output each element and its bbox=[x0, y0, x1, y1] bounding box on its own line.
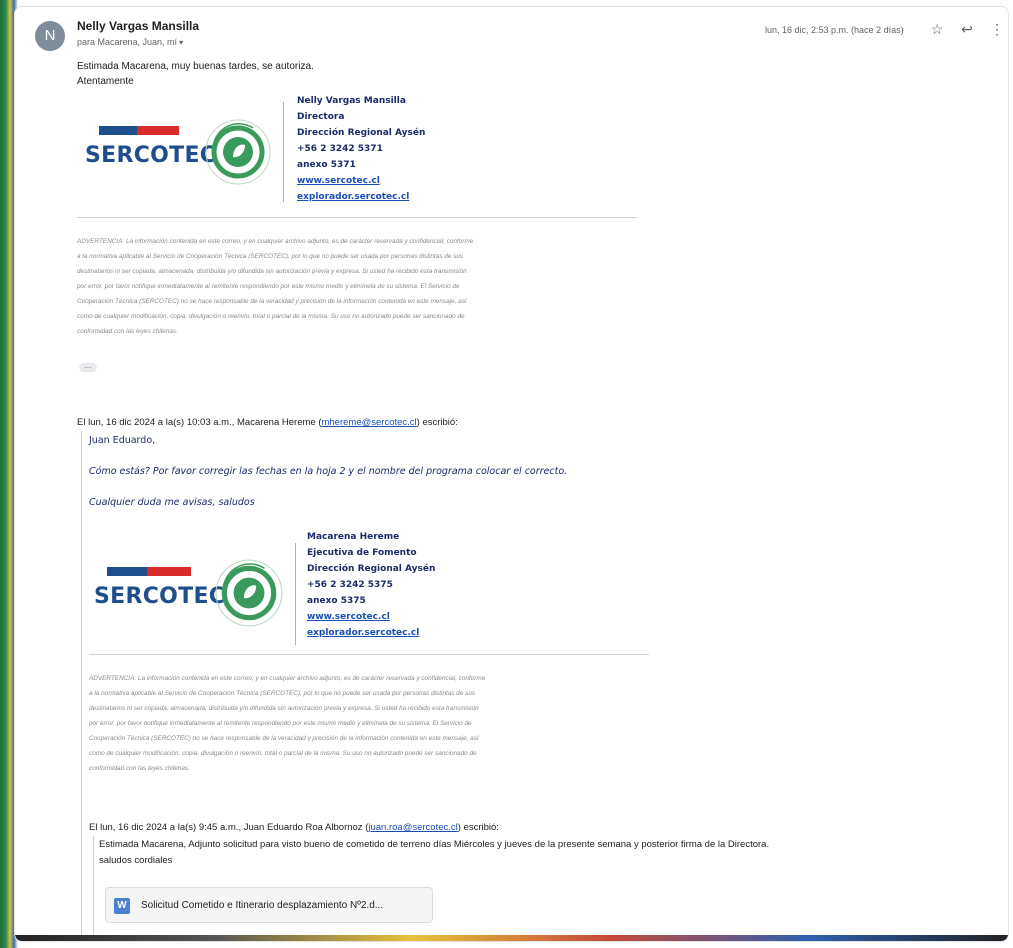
signature-phone: +56 2 3242 5371 bbox=[297, 144, 383, 154]
quote-bar-2 bbox=[93, 836, 94, 941]
sercotec-logo-text: SERCOTEC bbox=[94, 584, 226, 609]
quote-header-2: El lun, 16 dic 2024 a la(s) 9:45 a.m., J… bbox=[89, 822, 499, 833]
show-trimmed-content-button[interactable]: ... bbox=[79, 362, 97, 372]
attachment-chip[interactable]: W Solicitud Cometido e Itinerario despla… bbox=[105, 887, 433, 923]
quote-bar-1 bbox=[81, 431, 82, 941]
sustainability-seal-icon bbox=[215, 559, 283, 627]
attachment-name: Solicitud Cometido e Itinerario desplaza… bbox=[141, 900, 384, 911]
sustainability-seal-icon bbox=[205, 119, 271, 185]
signature-role: Directora bbox=[297, 112, 345, 122]
message-line-1: Estimada Macarena, muy buenas tardes, se… bbox=[77, 61, 314, 72]
disclaimer-line: conformidad con las leyes chilenas. bbox=[77, 328, 178, 335]
window-bottom-edge bbox=[15, 935, 1008, 941]
disclaimer-line: a la normativa aplicable al Servicio de … bbox=[89, 690, 476, 697]
disclaimer-line: conformidad con las leyes chilenas. bbox=[89, 765, 190, 772]
sender-avatar[interactable]: N bbox=[35, 21, 65, 51]
signature-divider bbox=[295, 543, 296, 645]
signature-divider bbox=[283, 102, 284, 202]
signature-name: Macarena Hereme bbox=[307, 532, 400, 542]
reply-icon[interactable]: ↩ bbox=[957, 21, 977, 38]
recipients-toggle[interactable]: para Macarena, Juan, mí ▾ bbox=[77, 37, 183, 47]
disclaimer-line: destinatarios ni ser copiada, almacenada… bbox=[77, 268, 467, 275]
signature-extension: anexo 5371 bbox=[297, 160, 356, 170]
sender-email-link[interactable]: mhereme@sercotec.cl bbox=[321, 417, 416, 428]
signature-details-1: Nelly Vargas Mansilla Directora Direcció… bbox=[297, 93, 425, 205]
flag-red-bar bbox=[147, 567, 191, 576]
flag-blue-bar bbox=[99, 126, 137, 135]
recipients-text: para Macarena, Juan, mí bbox=[77, 37, 178, 47]
signature-rule bbox=[89, 654, 649, 655]
star-icon[interactable]: ☆ bbox=[927, 21, 947, 38]
quote-header-suffix: ) escribió: bbox=[416, 417, 458, 428]
message-date: lun, 16 dic, 2:53 p.m. (hace 2 días) bbox=[765, 25, 904, 35]
quote-header-prefix: El lun, 16 dic 2024 a la(s) 10:03 a.m., … bbox=[77, 417, 322, 428]
email-view: N Nelly Vargas Mansilla para Macarena, J… bbox=[14, 6, 1009, 942]
quote-body-2: Cualquier duda me avisas, saludos bbox=[89, 497, 255, 508]
quote-header-suffix: ) escribió: bbox=[457, 822, 499, 833]
disclaimer-1: ADVERTENCIA: La información contenida en… bbox=[77, 234, 637, 339]
disclaimer-line: Cooperación Técnica (SERCOTEC) no se hac… bbox=[77, 298, 467, 305]
signature-explorer-link[interactable]: explorador.sercotec.cl bbox=[307, 625, 435, 641]
sender-name[interactable]: Nelly Vargas Mansilla bbox=[77, 19, 199, 33]
message-line-2: Atentamente bbox=[77, 76, 134, 87]
signature-website-link[interactable]: www.sercotec.cl bbox=[307, 609, 435, 625]
quote2-body-2: saludos cordiales bbox=[99, 855, 173, 866]
sender-email-link[interactable]: juan.roa@sercotec.cl bbox=[368, 822, 457, 833]
disclaimer-line: por error, por favor notifique inmediata… bbox=[77, 283, 460, 290]
word-document-icon: W bbox=[114, 898, 130, 914]
signature-rule bbox=[77, 217, 637, 218]
flag-blue-bar bbox=[107, 567, 147, 576]
signature-details-2: Macarena Hereme Ejecutiva de Fomento Dir… bbox=[307, 529, 435, 641]
signature-name: Nelly Vargas Mansilla bbox=[297, 96, 406, 106]
quote-body-1: Cómo estás? Por favor corregir las fecha… bbox=[89, 466, 568, 477]
signature-office: Dirección Regional Aysén bbox=[297, 128, 426, 138]
signature-website-link[interactable]: www.sercotec.cl bbox=[297, 173, 425, 189]
signature-explorer-link[interactable]: explorador.sercotec.cl bbox=[297, 189, 425, 205]
disclaimer-line: destinatarios ni ser copiada, almacenada… bbox=[89, 705, 479, 712]
quote-greeting: Juan Eduardo, bbox=[89, 435, 156, 446]
disclaimer-line: Cooperación Técnica (SERCOTEC) no se hac… bbox=[89, 735, 479, 742]
more-vert-icon[interactable]: ⋮ bbox=[987, 21, 1007, 38]
signature-office: Dirección Regional Aysén bbox=[307, 564, 436, 574]
quote2-body-1: Estimada Macarena, Adjunto solicitud par… bbox=[99, 839, 770, 850]
quote-header-1: El lun, 16 dic 2024 a la(s) 10:03 a.m., … bbox=[77, 417, 458, 428]
signature-role: Ejecutiva de Fomento bbox=[307, 548, 417, 558]
disclaimer-line: ADVERTENCIA: La información contenida en… bbox=[89, 675, 486, 682]
flag-red-bar bbox=[137, 126, 179, 135]
disclaimer-line: como de cualquier modificación, copia, d… bbox=[89, 750, 477, 757]
signature-phone: +56 2 3242 5375 bbox=[307, 580, 393, 590]
disclaimer-2: ADVERTENCIA: La información contenida en… bbox=[89, 671, 649, 776]
disclaimer-line: a la normativa aplicable al Servicio de … bbox=[77, 253, 464, 260]
signature-extension: anexo 5375 bbox=[307, 596, 366, 606]
disclaimer-line: como de cualquier modificación, copia, d… bbox=[77, 313, 465, 320]
chevron-down-icon: ▾ bbox=[179, 38, 184, 47]
disclaimer-line: ADVERTENCIA: La información contenida en… bbox=[77, 238, 474, 245]
sercotec-logo-text: SERCOTEC bbox=[85, 143, 217, 168]
disclaimer-line: por error, por favor notifique inmediata… bbox=[89, 720, 472, 727]
quote-header-prefix: El lun, 16 dic 2024 a la(s) 9:45 a.m., J… bbox=[89, 822, 369, 833]
